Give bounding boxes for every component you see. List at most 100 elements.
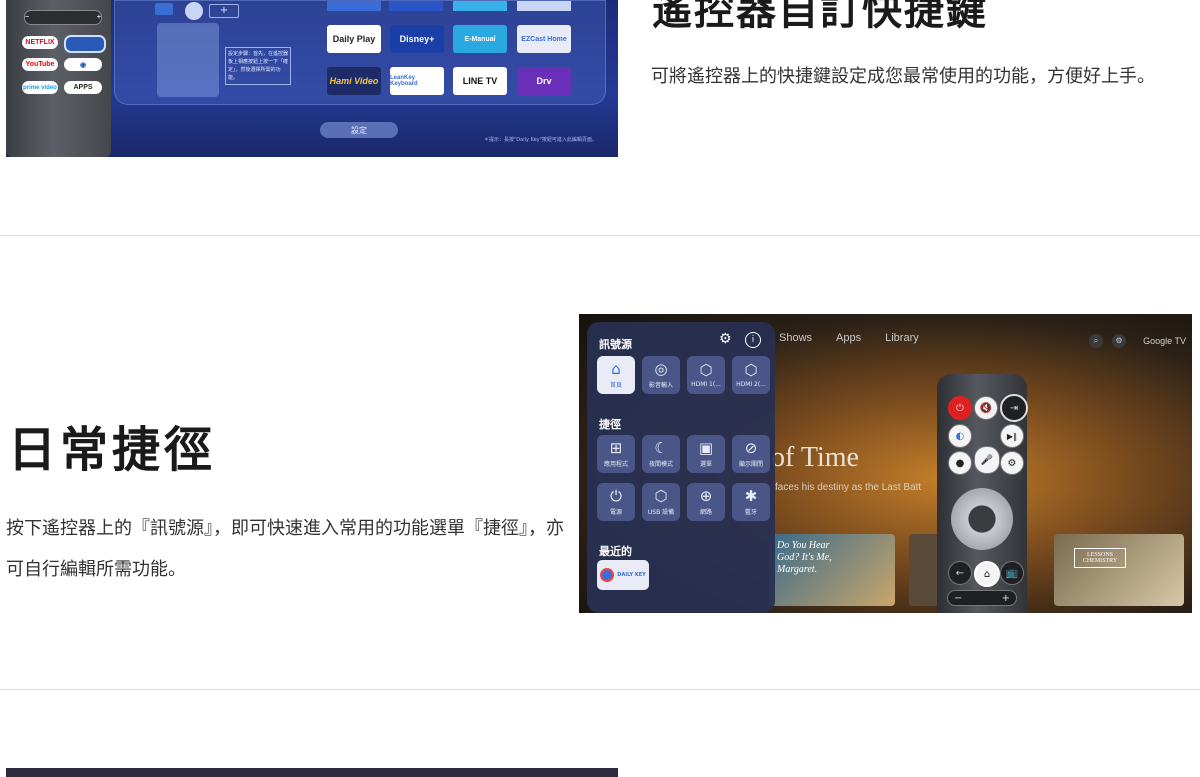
tile-leankey-keyboard: LeanKey Keyboard	[390, 67, 444, 95]
hdmi-icon: ⬡	[744, 361, 758, 379]
source-title: 訊號源	[599, 338, 632, 351]
nav-library: Library	[885, 332, 919, 344]
section-divider	[0, 689, 1200, 690]
shortcut-menu[interactable]: ▣ 選單	[687, 435, 725, 473]
shortcut-network[interactable]: ⊕ 網路	[687, 483, 725, 521]
tile-ezcast-home: EZCast Home	[517, 25, 571, 53]
shortcut-title: 捷徑	[599, 418, 621, 431]
play-pause-icon: ▶‖	[1000, 424, 1024, 448]
bluetooth-icon: ✱	[744, 487, 758, 505]
source-hdmi-2[interactable]: ⬡ HDMI 2(...	[732, 356, 770, 394]
source-label: 首頁	[609, 382, 622, 389]
nav-apps: Apps	[836, 332, 862, 344]
shortcut-label: USB 設備	[647, 509, 675, 516]
home-icon: ⌂	[611, 360, 621, 378]
section-description-shortcut-keys: 可將遙控器上的快捷鍵設定成您最常使用的功能，方便好上手。	[651, 66, 1155, 87]
movie-card-margaret: Do You Hear God? It's Me, Margaret.	[769, 534, 895, 606]
tv-icon: 📺	[1000, 561, 1024, 585]
source-label: HDMI 2(...	[736, 381, 766, 388]
settings-icon: ⚙	[1112, 334, 1126, 348]
settings-icon: ⚙	[1000, 451, 1024, 475]
shortcut-label: 夜間模式	[648, 461, 673, 468]
tile-disney-plus: Disney+	[390, 25, 444, 53]
shortcut-display-off[interactable]: ⊘ 顯示關閉	[732, 435, 770, 473]
shortcut-label: 藍牙	[744, 509, 757, 516]
section-heading-daily-shortcut: 日常捷徑	[8, 422, 217, 478]
input-icon: ⇥	[1000, 394, 1028, 422]
plus-label: +	[1001, 592, 1010, 604]
tile-top-3	[453, 1, 507, 11]
tile-top-1	[327, 1, 381, 11]
menu-icon: ▣	[698, 439, 714, 457]
recent-daily-key[interactable]: DAILY KEY	[597, 560, 649, 590]
google-tv-label: Google TV	[1143, 336, 1186, 346]
card-lessons-title: LESSONS CHEMISTRY	[1074, 548, 1126, 568]
av-input-icon: ◎	[654, 360, 668, 378]
minus-label: −	[25, 14, 30, 21]
add-icon: +	[209, 4, 239, 18]
mini-circle-icon	[185, 2, 203, 20]
movie-card-partial	[909, 534, 939, 606]
plus-label: +	[96, 14, 101, 21]
volume-rocker: − +	[24, 10, 102, 25]
dpad	[951, 488, 1013, 550]
shortcut-label: 應用程式	[603, 461, 628, 468]
home-icon: ⌂	[974, 561, 1000, 587]
moon-icon: ☾	[654, 439, 668, 457]
usb-icon: ⬡	[654, 487, 668, 505]
globe-icon: ⊕	[699, 487, 713, 505]
source-home[interactable]: ⌂ 首頁	[597, 356, 635, 394]
source-panel: 訊號源 ⚙ i ⌂ 首頁 ◎ 影音輸入 ⬡ HDMI 1(... ⬡ HDMI 2(..…	[587, 322, 775, 613]
movie-card-title: Do You Hear God? It's Me, Margaret.	[777, 540, 832, 575]
apps-button: APPS	[64, 81, 102, 94]
shortcut-label: 選單	[699, 461, 712, 468]
section-description-daily-shortcut: 按下遙控器上的『訊號源』，即可快速進入常用的功能選單『捷徑』，亦可自行編輯所需功…	[6, 518, 564, 580]
power-icon: ⏻	[610, 487, 622, 505]
settings-gear-icon[interactable]: ⚙	[719, 331, 732, 347]
recent-item-label: DAILY KEY	[617, 572, 646, 578]
remote-control: ⏻ 🔇 ⇥ ◐ ▶‖ ● 🎤 ⚙ ← ⌂ 📺 − +	[937, 374, 1028, 613]
source-hdmi-1[interactable]: ⬡ HDMI 1(...	[687, 356, 725, 394]
shortcut-bluetooth[interactable]: ✱ 藍牙	[732, 483, 770, 521]
instruction-note: 設定步驟：首先，在遙控器板上相應按鈕上按一下「確定」，然後選擇所需的功能。	[225, 47, 291, 85]
nav-shows: Shows	[779, 332, 813, 344]
youtube-button: YouTube	[22, 58, 58, 71]
minus-label: −	[954, 592, 963, 604]
google-tv-screenshot: Shows Apps Library ⌕ ⚙ Google TV of Time f…	[579, 314, 1192, 613]
hero-title: of Time	[771, 442, 859, 473]
shortcut-settings-panel: + 設定步驟：首先，在遙控器板上相應按鈕上按一下「確定」，然後選擇所需的功能。 …	[114, 0, 606, 105]
remote-shortcut-screenshot: − + NETFLIX YouTube ◉ prime video APPS +…	[6, 0, 618, 157]
tv-top-nav: Shows Apps Library	[779, 332, 943, 344]
remote-control: − + NETFLIX YouTube ◉ prime video APPS	[6, 0, 111, 157]
tile-top-4	[517, 1, 571, 11]
shortcut-apps[interactable]: ⊞ 應用程式	[597, 435, 635, 473]
settings-button: 設定	[320, 122, 398, 138]
hdmi-icon: ⬡	[699, 361, 713, 379]
power-icon: ⏻	[948, 396, 972, 420]
remote-diagram	[157, 23, 219, 97]
volume-rocker: − +	[947, 590, 1017, 606]
microphone-icon: 🎤	[974, 446, 1000, 474]
shortcut-usb[interactable]: ⬡ USB 設備	[642, 483, 680, 521]
netflix-button: NETFLIX	[22, 36, 58, 49]
shortcut-power[interactable]: ⏻ 電源	[597, 483, 635, 521]
section-heading-shortcut-keys: 遙控器自訂快捷鍵	[652, 0, 988, 34]
back-icon: ←	[948, 561, 972, 585]
shortcut-night-mode[interactable]: ☾ 夜間模式	[642, 435, 680, 473]
next-section-image	[6, 768, 618, 777]
mini-key-icon	[155, 3, 173, 15]
display-off-icon: ⊘	[744, 439, 758, 457]
tile-hami-video: Hami Video	[327, 67, 381, 95]
shortcut-label: 顯示關閉	[738, 461, 763, 468]
tile-drv: Drv	[517, 67, 571, 95]
custom-button: ◉	[64, 58, 102, 71]
tile-line-tv: LINE TV	[453, 67, 507, 95]
section-divider	[0, 235, 1200, 236]
source-av-input[interactable]: ◎ 影音輸入	[642, 356, 680, 394]
shortcut-label: 電源	[609, 509, 622, 516]
daily-key-icon: ◐	[948, 424, 972, 448]
info-icon[interactable]: i	[745, 332, 761, 348]
source-label: HDMI 1(...	[691, 381, 721, 388]
movie-card-lessons-chemistry: LESSONS CHEMISTRY	[1054, 534, 1184, 606]
daily-key-button	[64, 35, 106, 53]
